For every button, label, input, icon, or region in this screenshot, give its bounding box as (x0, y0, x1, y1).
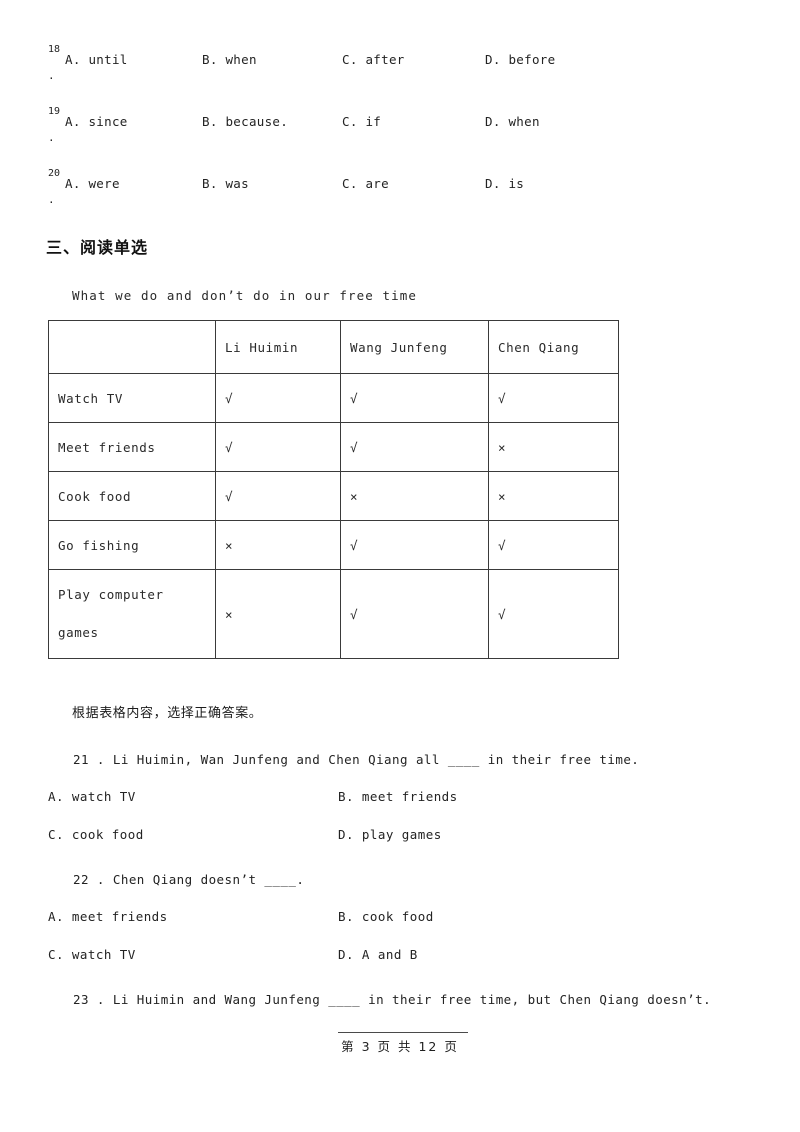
table-row: Go fishing × √ √ (48, 520, 619, 570)
option-a[interactable]: A. watch TV (48, 789, 136, 804)
cloze-row: 18 . A. until B. when C. after D. before (48, 44, 758, 106)
mark-cell: √ (215, 422, 341, 472)
question-stem: 23 . Li Huimin and Wang Junfeng ____ in … (73, 992, 712, 1007)
mark-cell: × (340, 471, 489, 521)
activity-label-line1: Play computer (58, 587, 164, 602)
question-number-dot: . (48, 69, 55, 82)
option-a[interactable]: A. were (65, 176, 120, 191)
question-stem: 21 . Li Huimin, Wan Junfeng and Chen Qia… (73, 752, 640, 767)
cloze-question-18: 18 . A. until B. when C. after D. before (48, 44, 758, 106)
question-number-dot: . (48, 131, 55, 144)
question-number-value: 20 (48, 168, 61, 179)
table-header-row: Li Huimin Wang Junfeng Chen Qiang (48, 320, 619, 374)
option-d[interactable]: D. before (485, 52, 555, 67)
answer-instruction: 根据表格内容，选择正确答案。 (72, 706, 263, 721)
activity-label: Go fishing (48, 520, 216, 570)
question-number: 19 . (48, 106, 64, 144)
passage-title: What we do and don’t do in our free time (72, 288, 418, 303)
option-d[interactable]: D. when (485, 114, 540, 129)
table-header-blank (48, 320, 216, 374)
mark-cell: × (215, 569, 341, 659)
option-c[interactable]: C. if (342, 114, 381, 129)
cloze-row: 20 . A. were B. was C. are D. is (48, 168, 758, 230)
mark-cell: √ (488, 373, 619, 423)
section-heading: 三、阅读单选 (46, 238, 149, 257)
mark-cell: √ (340, 422, 489, 472)
cloze-question-19: 19 . A. since B. because. C. if D. when (48, 106, 758, 168)
activity-label: Meet friends (48, 422, 216, 472)
activity-label: Watch TV (48, 373, 216, 423)
mark-cell: √ (340, 569, 489, 659)
option-b[interactable]: B. because. (202, 114, 288, 129)
table-header-chen-qiang: Chen Qiang (488, 320, 619, 374)
option-c[interactable]: C. cook food (48, 827, 144, 842)
option-c[interactable]: C. after (342, 52, 405, 67)
option-group: A. watch TV B. meet friends C. cook food… (48, 789, 768, 842)
option-b[interactable]: B. meet friends (338, 789, 458, 804)
question-number-value: 19 (48, 106, 61, 117)
question-stem: 22 . Chen Qiang doesn’t ____. (73, 872, 305, 887)
option-c[interactable]: C. are (342, 176, 389, 191)
mark-cell: × (488, 422, 619, 472)
mark-cell: √ (488, 569, 619, 659)
option-d[interactable]: D. A and B (338, 947, 418, 962)
reading-question-22: 22 . Chen Qiang doesn’t ____. A. meet fr… (48, 872, 768, 962)
table-row: Play computer games × √ √ (48, 569, 619, 659)
mark-cell: √ (340, 373, 489, 423)
table-row: Watch TV √ √ √ (48, 373, 619, 423)
option-d[interactable]: D. is (485, 176, 524, 191)
table-header-wang-junfeng: Wang Junfeng (340, 320, 489, 374)
option-b[interactable]: B. when (202, 52, 257, 67)
option-a[interactable]: A. since (65, 114, 128, 129)
option-a[interactable]: A. meet friends (48, 909, 168, 924)
option-c[interactable]: C. watch TV (48, 947, 136, 962)
mark-cell: √ (215, 471, 341, 521)
page-footer: 第 3 页 共 12 页 (341, 1039, 459, 1054)
table-row: Cook food √ × × (48, 471, 619, 521)
activity-label: Play computer games (48, 569, 216, 659)
activity-label-line2: games (58, 625, 99, 640)
free-time-table: Li Huimin Wang Junfeng Chen Qiang Watch … (48, 320, 619, 659)
question-number-value: 18 (48, 44, 61, 55)
reading-question-23: 23 . Li Huimin and Wang Junfeng ____ in … (48, 992, 768, 1007)
question-number-dot: . (48, 193, 55, 206)
cloze-question-20: 20 . A. were B. was C. are D. is (48, 168, 758, 230)
activity-label: Cook food (48, 471, 216, 521)
option-d[interactable]: D. play games (338, 827, 442, 842)
option-b[interactable]: B. was (202, 176, 249, 191)
mark-cell: √ (340, 520, 489, 570)
option-group: A. meet friends B. cook food C. watch TV… (48, 909, 768, 962)
option-a[interactable]: A. until (65, 52, 128, 67)
table-header-li-huimin: Li Huimin (215, 320, 341, 374)
mark-cell: × (488, 471, 619, 521)
cloze-row: 19 . A. since B. because. C. if D. when (48, 106, 758, 168)
reading-question-21: 21 . Li Huimin, Wan Junfeng and Chen Qia… (48, 752, 768, 842)
mark-cell: √ (488, 520, 619, 570)
exam-page: 18 . A. until B. when C. after D. before… (0, 0, 800, 1132)
mark-cell: √ (215, 373, 341, 423)
mark-cell: × (215, 520, 341, 570)
question-number: 18 . (48, 44, 64, 82)
question-number: 20 . (48, 168, 64, 206)
option-b[interactable]: B. cook food (338, 909, 434, 924)
table-row: Meet friends √ √ × (48, 422, 619, 472)
footer-divider (338, 1032, 468, 1033)
